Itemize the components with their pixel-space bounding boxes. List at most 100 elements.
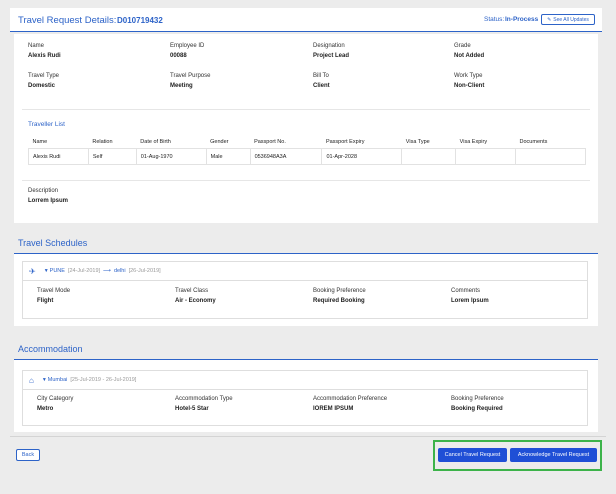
description-label: Description [28,188,59,194]
col-header: Relation [92,139,113,145]
accommodation-item-header[interactable]: ⌂ ▼ Mumbai [25-Jul-2019 - 26-Jul-2019] [23,371,587,390]
field-label: Accommodation Preference [313,396,388,402]
header-divider [10,31,602,32]
field-label: Accommodation Type [175,396,233,402]
table-header-row: Name Relation Date of Birth Gender Passp… [29,136,586,149]
detail-value: Non-Client [454,83,485,89]
detail-name: Name Alexis Rudi [28,43,61,59]
detail-value: Project Lead [313,53,350,59]
field-label: Comments [451,288,481,294]
description-divider [22,180,590,181]
collapse-caret-icon[interactable]: ▼ [42,377,47,383]
status-badge: In-Process [505,16,539,23]
field-label: Booking Preference [313,288,366,294]
accommodation-field-type: Accommodation Type Hotel-5 Star [175,396,233,412]
page-title: Travel Request Details: [18,15,117,26]
collapse-caret-icon[interactable]: ▼ [44,268,49,274]
detail-label: Designation [313,43,345,49]
table-row: Alexis Rudi Self 01-Aug-1970 Male 053694… [28,148,586,165]
field-value: Flight [37,298,54,304]
request-id: D010719432 [117,16,163,25]
field-value: Booking Required [451,406,503,412]
table-cell: Male [205,148,251,165]
col-header: Name [32,139,48,145]
detail-employee-id: Employee ID 00088 [170,43,204,59]
accommodation-item: ⌂ ▼ Mumbai [25-Jul-2019 - 26-Jul-2019] C… [22,370,588,426]
table-cell [401,148,457,165]
footer-divider [10,436,606,437]
col-header: Documents [519,139,548,145]
accommodation-field-booking-preference: Booking Preference Booking Required [451,396,504,412]
arrow-right-icon: ⟶ [103,268,111,274]
route-from: PUNE [49,268,65,274]
details-card: Name Alexis Rudi Employee ID 00088 Desig… [14,34,598,223]
field-value: Required Booking [313,298,365,304]
detail-label: Bill To [313,73,329,79]
field-label: Booking Preference [451,396,504,402]
col-header: Gender [210,139,229,145]
home-icon: ⌂ [29,375,34,385]
route-from-date: [24-Jul-2019] [67,268,101,274]
travel-schedules-card: ✈ ▼ PUNE [24-Jul-2019] ⟶ delhi [26-Jul-2… [14,254,598,326]
accommodation-card: ⌂ ▼ Mumbai [25-Jul-2019 - 26-Jul-2019] C… [14,360,598,432]
detail-label: Travel Type [28,73,60,79]
col-header: Date of Birth [140,139,171,145]
table-cell: 01-Aug-1970 [135,148,207,165]
traveller-list-divider [22,109,590,110]
detail-value: Client [313,83,330,89]
accommodation-dates: [25-Jul-2019 - 26-Jul-2019] [70,377,137,383]
detail-grade: Grade Not Added [454,43,484,59]
route-to: delhi [113,268,126,274]
schedule-field-comments: Comments Lorem Ipsum [451,288,489,304]
table-cell: Self [87,148,137,165]
plane-icon: ✈ [29,266,36,276]
detail-travel-type: Travel Type Domestic [28,73,59,89]
field-value: Hotel-5 Star [175,406,209,412]
see-all-updates-button[interactable]: ✎ See All Updates [541,14,595,25]
schedule-field-travel-mode: Travel Mode Flight [37,288,70,304]
status-label: Status: [484,16,505,23]
accommodation-field-preference: Accommodation Preference IOREM IPSUM [313,396,387,412]
col-header: Passport No. [254,139,286,145]
traveller-list-title: Traveller List [28,121,65,128]
cancel-travel-request-button[interactable]: Cancel Travel Request [438,448,507,462]
table-cell [455,148,517,165]
detail-label: Employee ID [170,43,205,49]
accommodation-field-city-category: City Category Metro [37,396,73,412]
col-header: Visa Expiry [459,139,488,145]
travel-schedules-title: Travel Schedules [18,238,88,248]
field-label: Travel Mode [37,288,71,294]
schedule-field-travel-class: Travel Class Air - Economy [175,288,216,304]
detail-value: 00088 [170,53,187,59]
schedule-field-booking-preference: Booking Preference Required Booking [313,288,366,304]
see-all-updates-label: See All Updates [553,16,589,23]
detail-label: Work Type [454,73,483,79]
table-cell: 0536948A3A [249,148,323,165]
detail-designation: Designation Project Lead [313,43,349,59]
detail-value: Alexis Rudi [28,53,61,59]
detail-travel-purpose: Travel Purpose Meeting [170,73,210,89]
field-label: City Category [37,396,74,402]
col-header: Passport Expiry [325,139,365,145]
table-cell [515,148,586,165]
accommodation-city: Mumbai [47,377,68,383]
description: Description Lorrem Ipsum [28,188,68,204]
detail-label: Name [28,43,45,49]
back-button[interactable]: Back [16,449,40,461]
schedule-item-header[interactable]: ✈ ▼ PUNE [24-Jul-2019] ⟶ delhi [26-Jul-2… [23,262,587,281]
field-label: Travel Class [175,288,209,294]
detail-value: Not Added [454,53,485,59]
traveller-table: Name Relation Date of Birth Gender Passp… [28,136,586,165]
detail-bill-to: Bill To Client [313,73,330,89]
detail-work-type: Work Type Non-Client [454,73,484,89]
detail-label: Travel Purpose [170,73,211,79]
detail-label: Grade [454,43,471,49]
route-to-date: [26-Jul-2019] [128,268,161,274]
schedule-item: ✈ ▼ PUNE [24-Jul-2019] ⟶ delhi [26-Jul-2… [22,261,588,319]
acknowledge-travel-request-button[interactable]: Acknowledge Travel Request [510,448,597,462]
field-value: Air - Economy [175,298,216,304]
col-header: Visa Type [405,139,430,145]
table-cell: 01-Apr-2028 [321,148,403,165]
detail-value: Meeting [170,83,193,89]
field-value: Lorem Ipsum [451,298,489,304]
